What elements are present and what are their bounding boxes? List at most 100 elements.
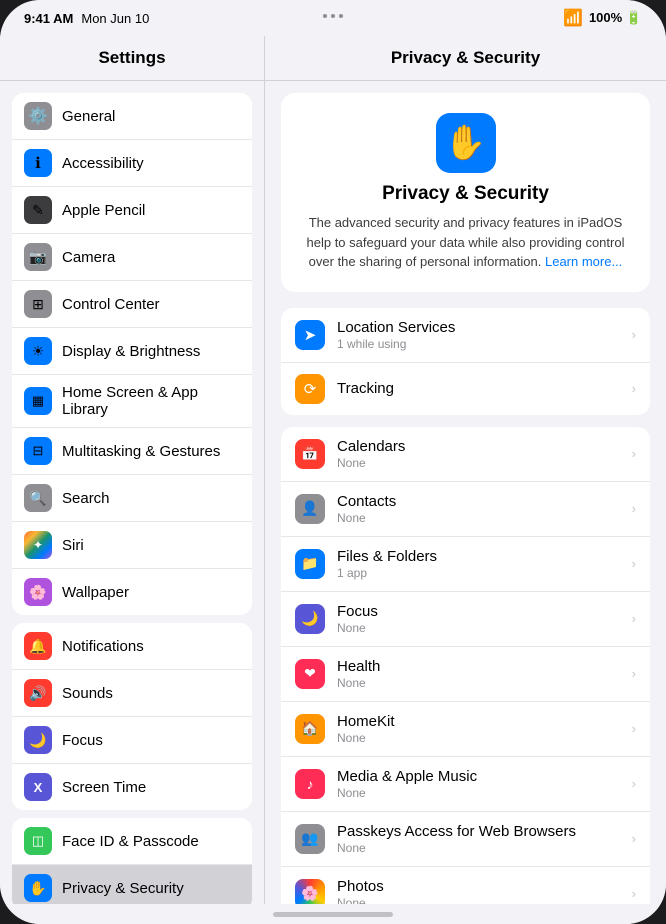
notifications-icon: 🔔 — [24, 632, 52, 660]
home-screen-icon: ▦ — [24, 387, 52, 415]
detail-panel[interactable]: Privacy & Security ✋ Privacy & Security … — [265, 36, 666, 904]
sidebar-scroll[interactable]: ⚙️ General ℹ Accessibility ✎ Apple Penci… — [0, 81, 264, 904]
files-folders-icon: 📁 — [295, 549, 325, 579]
sidebar-item-siri[interactable]: ✦ Siri — [12, 522, 252, 569]
sidebar: Settings ⚙️ General ℹ Accessibility ✎ Ap… — [0, 36, 265, 904]
homekit-subtitle: None — [337, 731, 620, 745]
passkeys-subtitle: None — [337, 841, 620, 855]
multitasking-icon: ⊟ — [24, 437, 52, 465]
sidebar-label-face-id: Face ID & Passcode — [62, 833, 240, 850]
sidebar-section-general: ⚙️ General ℹ Accessibility ✎ Apple Penci… — [12, 93, 252, 615]
tracking-chevron: › — [632, 381, 636, 396]
media-music-subtitle: None — [337, 786, 620, 800]
homekit-icon: 🏠 — [295, 714, 325, 744]
settings-row-location-services[interactable]: ➤ Location Services 1 while using › — [281, 308, 650, 363]
sidebar-item-general[interactable]: ⚙️ General — [12, 93, 252, 140]
home-bar — [273, 912, 393, 917]
sidebar-item-privacy-security[interactable]: ✋ Privacy & Security — [12, 865, 252, 904]
sidebar-item-display-brightness[interactable]: ☀ Display & Brightness — [12, 328, 252, 375]
calendars-subtitle: None — [337, 456, 620, 470]
sidebar-item-home-screen[interactable]: ▦ Home Screen & App Library — [12, 375, 252, 428]
sidebar-label-sounds: Sounds — [62, 685, 240, 702]
settings-row-focus-perm[interactable]: 🌙 Focus None › — [281, 592, 650, 647]
home-indicator — [0, 904, 666, 924]
sidebar-label-display-brightness: Display & Brightness — [62, 343, 240, 360]
sidebar-section-notifications: 🔔 Notifications 🔊 Sounds 🌙 Focus X Scree… — [12, 623, 252, 810]
wifi-icon: 📶 — [563, 8, 583, 28]
settings-row-files-folders[interactable]: 📁 Files & Folders 1 app › — [281, 537, 650, 592]
sidebar-item-notifications[interactable]: 🔔 Notifications — [12, 623, 252, 670]
photos-subtitle: None — [337, 896, 620, 905]
sidebar-title: Settings — [0, 36, 264, 81]
sidebar-label-screen-time: Screen Time — [62, 779, 240, 796]
sidebar-item-sounds[interactable]: 🔊 Sounds — [12, 670, 252, 717]
passkeys-title: Passkeys Access for Web Browsers — [337, 823, 620, 840]
settings-row-media-music[interactable]: ♪ Media & Apple Music None › — [281, 757, 650, 812]
contacts-content: Contacts None — [337, 493, 620, 525]
tracking-icon: ⟳ — [295, 374, 325, 404]
health-chevron: › — [632, 666, 636, 681]
sidebar-item-control-center[interactable]: ⊞ Control Center — [12, 281, 252, 328]
camera-icon: 📷 — [24, 243, 52, 271]
learn-more-link[interactable]: Learn more... — [545, 254, 622, 269]
focus-perm-icon: 🌙 — [295, 604, 325, 634]
tracking-content: Tracking — [337, 380, 620, 397]
contacts-title: Contacts — [337, 493, 620, 510]
status-date: Mon Jun 10 — [81, 11, 149, 26]
calendars-icon: 📅 — [295, 439, 325, 469]
sidebar-item-focus[interactable]: 🌙 Focus — [12, 717, 252, 764]
detail-title: Privacy & Security — [265, 36, 666, 81]
sidebar-item-camera[interactable]: 📷 Camera — [12, 234, 252, 281]
battery-indicator: 100% 🔋 — [589, 10, 642, 26]
sidebar-item-face-id[interactable]: ◫ Face ID & Passcode — [12, 818, 252, 865]
calendars-title: Calendars — [337, 438, 620, 455]
media-music-chevron: › — [632, 776, 636, 791]
settings-row-tracking[interactable]: ⟳ Tracking › — [281, 363, 650, 415]
top-dots — [323, 14, 343, 18]
files-folders-title: Files & Folders — [337, 548, 620, 565]
settings-row-homekit[interactable]: 🏠 HomeKit None › — [281, 702, 650, 757]
location-services-chevron: › — [632, 327, 636, 342]
hero-icon: ✋ — [436, 113, 496, 173]
hero-desc: The advanced security and privacy featur… — [297, 213, 634, 272]
sidebar-item-apple-pencil[interactable]: ✎ Apple Pencil — [12, 187, 252, 234]
search-icon: 🔍 — [24, 484, 52, 512]
sidebar-item-search[interactable]: 🔍 Search — [12, 475, 252, 522]
sidebar-label-apple-pencil: Apple Pencil — [62, 202, 240, 219]
sidebar-label-search: Search — [62, 490, 240, 507]
photos-title: Photos — [337, 878, 620, 895]
settings-row-health[interactable]: ❤ Health None › — [281, 647, 650, 702]
general-icon: ⚙️ — [24, 102, 52, 130]
homekit-title: HomeKit — [337, 713, 620, 730]
calendars-chevron: › — [632, 446, 636, 461]
sidebar-item-wallpaper[interactable]: 🌸 Wallpaper — [12, 569, 252, 615]
tracking-title: Tracking — [337, 380, 620, 397]
sidebar-item-screen-time[interactable]: X Screen Time — [12, 764, 252, 810]
focus-perm-content: Focus None — [337, 603, 620, 635]
files-folders-content: Files & Folders 1 app — [337, 548, 620, 580]
passkeys-icon: 👥 — [295, 824, 325, 854]
settings-row-photos[interactable]: 🌸 Photos None › — [281, 867, 650, 905]
sidebar-item-accessibility[interactable]: ℹ Accessibility — [12, 140, 252, 187]
sidebar-item-multitasking[interactable]: ⊟ Multitasking & Gestures — [12, 428, 252, 475]
accessibility-icon: ℹ — [24, 149, 52, 177]
health-icon: ❤ — [295, 659, 325, 689]
media-music-title: Media & Apple Music — [337, 768, 620, 785]
photos-icon: 🌸 — [295, 879, 325, 905]
apple-pencil-icon: ✎ — [24, 196, 52, 224]
sidebar-label-siri: Siri — [62, 537, 240, 554]
focus-perm-chevron: › — [632, 611, 636, 626]
health-content: Health None — [337, 658, 620, 690]
settings-row-calendars[interactable]: 📅 Calendars None › — [281, 427, 650, 482]
files-folders-subtitle: 1 app — [337, 566, 620, 580]
sounds-icon: 🔊 — [24, 679, 52, 707]
siri-icon: ✦ — [24, 531, 52, 559]
homekit-content: HomeKit None — [337, 713, 620, 745]
sidebar-label-privacy-security: Privacy & Security — [62, 880, 240, 897]
sidebar-label-home-screen: Home Screen & App Library — [62, 384, 240, 418]
settings-row-contacts[interactable]: 👤 Contacts None › — [281, 482, 650, 537]
passkeys-content: Passkeys Access for Web Browsers None — [337, 823, 620, 855]
face-id-icon: ◫ — [24, 827, 52, 855]
privacy-security-icon: ✋ — [24, 874, 52, 902]
settings-row-passkeys[interactable]: 👥 Passkeys Access for Web Browsers None … — [281, 812, 650, 867]
